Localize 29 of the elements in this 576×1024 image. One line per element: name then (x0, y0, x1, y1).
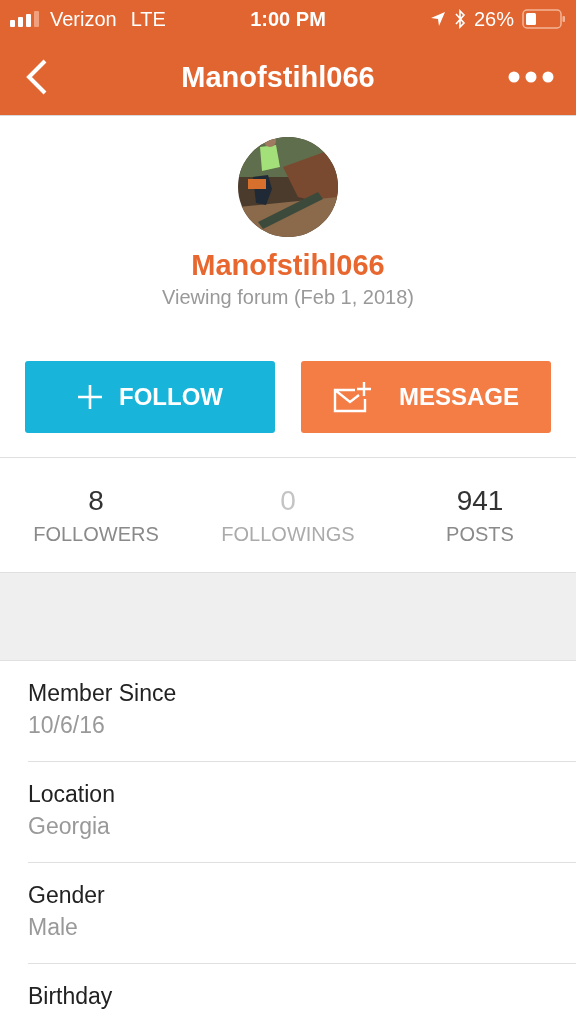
network-type: LTE (130, 7, 166, 31)
detail-value: 10/6/16 (28, 712, 106, 739)
stat-label[interactable]: FOLLOWERS (33, 523, 159, 546)
detail-value: Male (28, 914, 79, 941)
battery-icon (522, 9, 566, 29)
follow-button[interactable]: FOLLOW (25, 361, 275, 433)
battery-percent: 26% (473, 7, 514, 31)
status-time: 1:00 PM (250, 7, 326, 31)
stat-label[interactable]: POSTS (446, 523, 514, 546)
profile-name: Manofstihl066 (191, 249, 385, 282)
stat-count[interactable]: 941 (456, 485, 504, 517)
message-button[interactable]: MESSAGE (301, 361, 551, 433)
bluetooth-icon (453, 9, 466, 29)
detail-label: Birthday (28, 983, 114, 1010)
chevron-left-icon (26, 59, 48, 95)
detail-label: Member Since (28, 680, 178, 707)
envelope-plus-icon (333, 381, 371, 413)
more-icon (508, 71, 554, 83)
location-arrow-icon (429, 11, 446, 27)
plus-icon (77, 384, 103, 410)
stat-count[interactable]: 8 (88, 485, 104, 517)
carrier-name: Verizon (50, 7, 117, 31)
detail-value: Georgia (28, 813, 111, 840)
nav-title: Manofstihl066 (181, 60, 375, 94)
activity-status: Viewing forum (Feb 1, 2018) (162, 286, 414, 309)
more-button[interactable] (508, 71, 554, 83)
detail-label: Location (28, 781, 116, 808)
detail-label: Gender (28, 882, 106, 909)
back-button[interactable] (26, 59, 48, 95)
